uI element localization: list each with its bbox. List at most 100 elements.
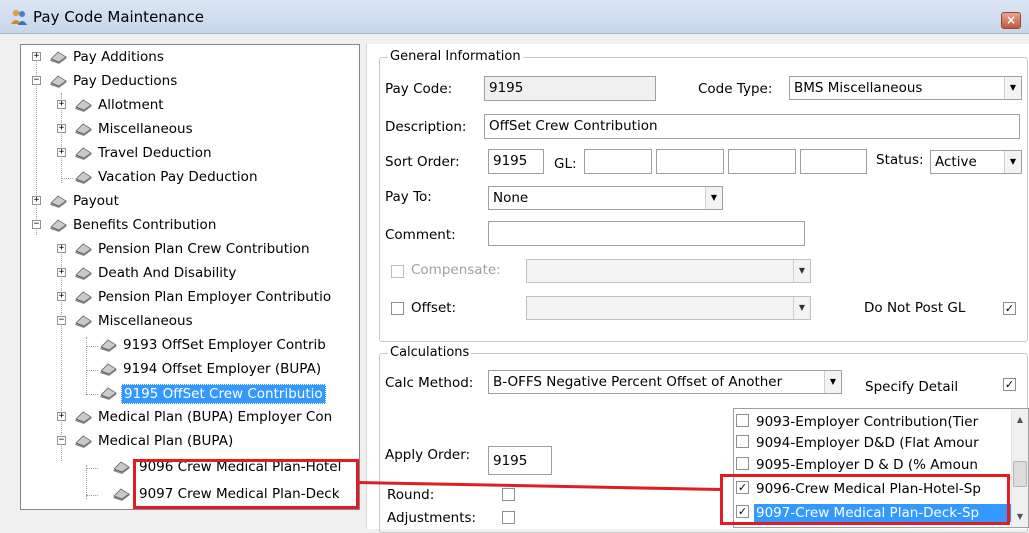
expander-icon[interactable]: − bbox=[57, 436, 66, 445]
paycode-icon bbox=[100, 363, 117, 376]
expander-icon[interactable]: + bbox=[57, 124, 66, 133]
tree-node[interactable]: + Miscellaneous bbox=[21, 119, 351, 141]
tree-node[interactable]: − Pay Deductions bbox=[21, 71, 351, 93]
round-label: Round: bbox=[387, 487, 435, 503]
calc-method-label: Calc Method: bbox=[385, 375, 474, 391]
tree-node-label: Miscellaneous bbox=[98, 313, 193, 329]
highlight-box-list bbox=[720, 474, 1010, 525]
list-item[interactable]: 9095-Employer D & D (% Amoun bbox=[736, 455, 1011, 476]
expander-icon[interactable]: − bbox=[32, 220, 41, 229]
paycode-icon bbox=[50, 51, 67, 64]
tree-node-label: Miscellaneous bbox=[98, 121, 193, 137]
tree-node[interactable]: + Payout bbox=[21, 191, 351, 213]
tree-node[interactable]: 9193 OffSet Employer Contrib bbox=[21, 335, 359, 357]
dropdown-arrow-icon: ▼ bbox=[793, 297, 810, 319]
tree-node[interactable]: − Benefits Contribution bbox=[21, 215, 351, 237]
tree-node[interactable]: − Medical Plan (BUPA) bbox=[21, 431, 351, 453]
specify-detail-checkbox[interactable]: ✓ bbox=[1003, 378, 1016, 391]
list-item-checkbox[interactable] bbox=[736, 414, 749, 427]
tree-node[interactable]: − Miscellaneous bbox=[21, 311, 351, 333]
expander-icon[interactable]: + bbox=[57, 100, 66, 109]
tree-node[interactable]: + Death And Disability bbox=[21, 263, 351, 285]
offset-checkbox[interactable] bbox=[391, 302, 404, 315]
scroll-down-icon[interactable]: ▼ bbox=[1012, 508, 1028, 525]
tree-node[interactable]: + Pay Additions bbox=[21, 47, 351, 69]
paycode-icon bbox=[75, 291, 92, 304]
expander-icon[interactable]: + bbox=[32, 196, 41, 205]
paycode-icon bbox=[75, 267, 92, 280]
tree-node[interactable]: + Pension Plan Crew Contribution bbox=[21, 239, 351, 261]
tree-node[interactable]: 9194 Offset Employer (BUPA) bbox=[21, 359, 359, 381]
dropdown-arrow-icon: ▼ bbox=[793, 260, 810, 282]
close-button[interactable]: × bbox=[1001, 12, 1021, 29]
compensate-checkbox[interactable] bbox=[391, 265, 404, 278]
tree-node[interactable]: Vacation Pay Deduction bbox=[21, 167, 351, 189]
specify-detail-label: Specify Detail bbox=[865, 379, 959, 395]
paycode-icon bbox=[75, 147, 92, 160]
list-item-checkbox[interactable] bbox=[736, 435, 749, 448]
pay-to-value: None bbox=[493, 190, 529, 206]
group-legend: General Information bbox=[388, 49, 523, 64]
paycode-icon bbox=[50, 75, 67, 88]
tree-node-label: Pay Deductions bbox=[73, 73, 178, 89]
tree-node[interactable]: + Allotment bbox=[21, 95, 351, 117]
description-field[interactable]: OffSet Crew Contribution bbox=[484, 114, 1020, 139]
pay-code-field[interactable]: 9195 bbox=[484, 76, 656, 101]
expander-icon[interactable]: + bbox=[57, 148, 66, 157]
tree-node-label: 9194 Offset Employer (BUPA) bbox=[123, 361, 322, 377]
calc-method-dropdown[interactable]: B-OFFS Negative Percent Offset of Anothe… bbox=[488, 370, 842, 394]
gl-field-2[interactable] bbox=[656, 149, 724, 174]
dropdown-arrow-icon: ▼ bbox=[705, 187, 722, 209]
paycode-icon bbox=[75, 123, 92, 136]
highlight-box-tree bbox=[133, 459, 359, 509]
tree-node-label: Medical Plan (BUPA) Employer Con bbox=[98, 409, 333, 425]
do-not-post-gl-checkbox[interactable]: ✓ bbox=[1003, 302, 1016, 315]
tree-node-label: Vacation Pay Deduction bbox=[98, 169, 258, 185]
gl-field-1[interactable] bbox=[584, 149, 652, 174]
adjustments-checkbox[interactable] bbox=[502, 511, 515, 524]
expander-icon[interactable]: + bbox=[32, 52, 41, 61]
dropdown-arrow-icon: ▼ bbox=[824, 371, 841, 393]
round-checkbox[interactable] bbox=[502, 488, 515, 501]
pay-code-label: Pay Code: bbox=[385, 81, 453, 97]
tree-node-label: Medical Plan (BUPA) bbox=[98, 433, 234, 449]
paycode-icon bbox=[75, 411, 92, 424]
sort-order-label: Sort Order: bbox=[385, 154, 460, 170]
expander-icon[interactable]: + bbox=[57, 268, 66, 277]
paycode-icon bbox=[100, 339, 117, 352]
scroll-thumb[interactable] bbox=[1013, 461, 1027, 487]
expander-icon[interactable]: − bbox=[32, 76, 41, 85]
gl-field-3[interactable] bbox=[728, 149, 796, 174]
tree-node-label: Payout bbox=[73, 193, 119, 209]
paycode-icon bbox=[75, 243, 92, 256]
description-label: Description: bbox=[385, 119, 467, 135]
list-item[interactable]: 9093-Employer Contribution(Tier bbox=[736, 412, 1011, 433]
code-type-dropdown[interactable]: BMS Miscellaneous ▼ bbox=[789, 76, 1022, 100]
tree-node-selected[interactable]: 9195 OffSet Crew Contributio bbox=[21, 383, 359, 405]
list-scrollbar[interactable]: ▲ ▼ bbox=[1011, 409, 1028, 527]
list-item[interactable]: 9094-Employer D&D (Flat Amour bbox=[736, 433, 1011, 454]
tree-node-label: 9195 OffSet Crew Contributio bbox=[121, 384, 326, 404]
tree-node[interactable]: + Pension Plan Employer Contributio bbox=[21, 287, 359, 309]
pay-code-tree[interactable]: + Pay Additions − Pay Deductions + Allot… bbox=[20, 44, 360, 510]
status-dropdown[interactable]: Active ▼ bbox=[930, 150, 1022, 174]
tree-node[interactable]: + Travel Deduction bbox=[21, 143, 351, 165]
expander-icon[interactable]: + bbox=[57, 292, 66, 301]
expander-icon[interactable]: − bbox=[57, 316, 66, 325]
apply-order-field[interactable]: 9195 bbox=[488, 446, 552, 475]
compensate-label: Compensate: bbox=[411, 262, 501, 278]
scroll-up-icon[interactable]: ▲ bbox=[1012, 411, 1028, 428]
expander-icon[interactable]: + bbox=[57, 244, 66, 253]
tree-node[interactable]: + Medical Plan (BUPA) Employer Con bbox=[21, 407, 359, 429]
sort-order-field[interactable]: 9195 bbox=[488, 149, 544, 174]
expander-icon[interactable]: + bbox=[57, 412, 66, 421]
comment-field[interactable] bbox=[488, 221, 805, 246]
offset-dropdown[interactable]: ▼ bbox=[526, 296, 811, 320]
list-item-label: 9095-Employer D & D (% Amoun bbox=[756, 457, 978, 473]
pay-to-dropdown[interactable]: None ▼ bbox=[488, 186, 723, 210]
detail-panel: General Information Pay Code: 9195 Code … bbox=[366, 44, 1029, 533]
tree-node-label: Pension Plan Crew Contribution bbox=[98, 241, 310, 257]
list-item-checkbox[interactable] bbox=[736, 457, 749, 470]
compensate-dropdown[interactable]: ▼ bbox=[526, 259, 811, 283]
gl-field-4[interactable] bbox=[800, 149, 867, 174]
